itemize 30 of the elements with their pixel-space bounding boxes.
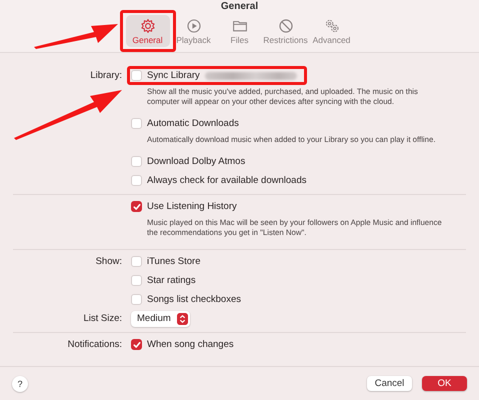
row-label: Show: xyxy=(96,256,123,267)
checkbox-label: Use Listening History xyxy=(147,201,237,212)
stepper-icon xyxy=(176,312,188,324)
checkbox-label: Download Dolby Atmos xyxy=(147,156,246,167)
preference-tab[interactable]: General xyxy=(126,15,170,47)
checkbox-label: Sync Library xyxy=(147,70,200,81)
row-label: Notifications: xyxy=(68,339,123,350)
checkbox-label: Always check for available downloads xyxy=(147,175,306,186)
checkbox[interactable] xyxy=(131,339,142,350)
preference-tab[interactable]: Restrictions xyxy=(264,15,308,47)
play-icon xyxy=(186,18,202,34)
preference-tab[interactable]: Advanced xyxy=(310,15,354,47)
prohibit-icon xyxy=(278,18,294,34)
preference-tab[interactable]: Playback xyxy=(172,15,216,47)
preference-tab[interactable]: Files xyxy=(218,15,262,47)
gears-icon xyxy=(324,18,340,34)
checkbox[interactable] xyxy=(131,201,142,212)
ok-button[interactable]: OK xyxy=(422,376,467,391)
list-size-popup[interactable]: Medium xyxy=(131,310,190,326)
help-button[interactable]: ? xyxy=(12,376,28,392)
checkbox-label: iTunes Store xyxy=(147,256,201,267)
gear-icon xyxy=(140,18,156,34)
row-label: List Size: xyxy=(83,313,123,324)
row-label: Library: xyxy=(90,70,123,81)
checkbox-label: When song changes xyxy=(147,339,234,350)
window-title: General xyxy=(220,1,258,12)
checkbox-label: Automatic Downloads xyxy=(147,118,239,129)
checkbox-label: Songs list checkboxes xyxy=(147,294,241,305)
checkbox-label: Star ratings xyxy=(147,275,196,286)
cancel-button[interactable]: Cancel xyxy=(367,376,412,391)
